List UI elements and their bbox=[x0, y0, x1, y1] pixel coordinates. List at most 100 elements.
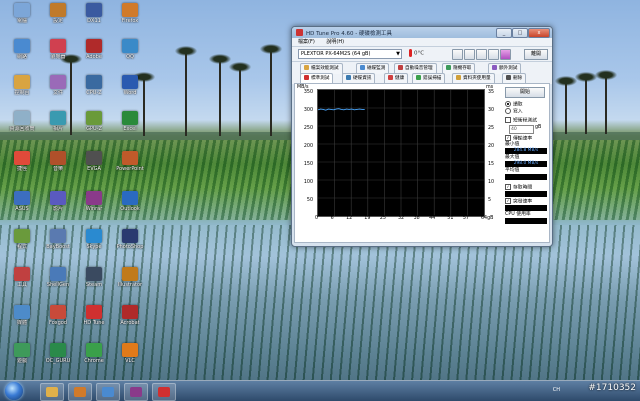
desktop-icon[interactable]: HD Tune bbox=[76, 304, 112, 336]
short-stroke-field[interactable]: 40 bbox=[509, 125, 534, 134]
app-icon bbox=[50, 191, 66, 205]
desktop-icon[interactable]: 捷徑 bbox=[4, 150, 40, 182]
close-button[interactable]: x bbox=[528, 28, 550, 38]
taskbar-item-explorer[interactable] bbox=[40, 383, 64, 401]
desktop-icon-label: 控制台 bbox=[14, 90, 30, 96]
app-icon bbox=[86, 75, 102, 89]
desktop-icon[interactable]: 相片 bbox=[40, 110, 76, 142]
app-icon bbox=[14, 191, 30, 205]
start-orb-icon[interactable] bbox=[5, 382, 23, 400]
desktop-icon-label: 捷徑 bbox=[16, 166, 27, 172]
minimize-button[interactable]: _ bbox=[496, 28, 512, 38]
burst-rate-value bbox=[505, 205, 547, 211]
desktop-icon[interactable]: Word bbox=[112, 74, 148, 106]
desktop-icon[interactable]: Winrar bbox=[76, 190, 112, 222]
tray-language[interactable]: CH bbox=[553, 387, 560, 393]
temperature-readout: 0°C bbox=[409, 49, 424, 59]
desktop-icon-label: HD Tune bbox=[83, 320, 105, 326]
desktop-icon-label: 音樂 bbox=[52, 166, 63, 172]
desktop-icon-label: CPU-Z bbox=[86, 90, 102, 96]
checkbox-box: ✓ bbox=[505, 198, 511, 204]
copy-screenshot-icon[interactable] bbox=[464, 49, 475, 60]
access-time-label: 存取時間 bbox=[513, 185, 533, 191]
desktop-icon[interactable]: 電腦 bbox=[4, 2, 40, 34]
desktop-icon[interactable]: Outlook bbox=[112, 190, 148, 222]
tab-label: 隨機存取 bbox=[453, 66, 472, 71]
copy-info-icon[interactable] bbox=[452, 49, 463, 60]
app-icon bbox=[50, 111, 66, 125]
desktop-icon[interactable]: 文件 bbox=[40, 74, 76, 106]
desktop-icon[interactable]: OC_GURU bbox=[40, 342, 76, 374]
desktop-icon[interactable]: PhotoShop bbox=[112, 228, 148, 260]
taskbar-item-winrar[interactable] bbox=[124, 383, 148, 401]
desktop-icon[interactable]: Firefox bbox=[112, 2, 148, 34]
tab-label: 磁碟監測 bbox=[367, 66, 386, 71]
save-icon[interactable] bbox=[476, 49, 487, 60]
desktop-icon[interactable]: 資源回收筒 bbox=[4, 110, 40, 142]
desktop-icon[interactable]: Steam bbox=[76, 266, 112, 298]
desktop-icon-label: 文件 bbox=[52, 90, 63, 96]
desktop-icon[interactable]: 設定 bbox=[40, 2, 76, 34]
tab-label: 標準測試 bbox=[311, 76, 330, 81]
thermometer-icon bbox=[409, 49, 412, 57]
start-button[interactable]: 開始 bbox=[505, 87, 545, 98]
x-tick-label: 25 bbox=[379, 216, 386, 221]
hdtune-window[interactable]: HD Tune Pro 4.60 - 硬碟檢測工具 _ □ x 檔案(F) 說明… bbox=[291, 26, 553, 247]
desktop-icon[interactable]: PowerPoint bbox=[112, 150, 148, 182]
desktop-icon[interactable]: DX11 bbox=[76, 2, 112, 34]
tab-icon bbox=[446, 65, 451, 70]
desktop-icon[interactable]: 控制台 bbox=[4, 74, 40, 106]
desktop-icon[interactable]: 影片 bbox=[40, 190, 76, 222]
desktop-icon[interactable]: Acrobat bbox=[112, 304, 148, 336]
desktop-icon[interactable]: CPU-Z bbox=[76, 74, 112, 106]
desktop-icon[interactable]: VLC bbox=[112, 342, 148, 374]
menu-file[interactable]: 檔案(F) bbox=[298, 39, 315, 45]
menu-bar: 檔案(F) 說明(H) bbox=[292, 38, 552, 47]
desktop-icon[interactable]: Foxgod bbox=[40, 304, 76, 336]
exit-button[interactable]: 離開 bbox=[524, 49, 548, 60]
tab-icon bbox=[492, 65, 497, 70]
temperature-value: 0°C bbox=[414, 50, 425, 57]
desktop-icon[interactable]: ASUS bbox=[4, 190, 40, 222]
desktop-icon[interactable]: Skype bbox=[76, 228, 112, 260]
desktop-icon[interactable]: 網路 bbox=[4, 38, 40, 70]
tab-label: 錯誤掃描 bbox=[423, 76, 442, 81]
desktop-icon[interactable]: 瀏覽器 bbox=[40, 38, 76, 70]
short-stroke-checkbox[interactable]: 短衝程測試 bbox=[505, 117, 537, 125]
desktop-icon[interactable]: 遊戲 bbox=[4, 342, 40, 374]
desktop-icon[interactable]: GPU-Z bbox=[76, 110, 112, 142]
desktop-icon[interactable]: Illustrator bbox=[112, 266, 148, 298]
options-icon[interactable] bbox=[488, 49, 499, 60]
window-title: HD Tune Pro 4.60 - 硬碟檢測工具 bbox=[306, 31, 392, 37]
desktop-icon[interactable]: BayBoost bbox=[40, 228, 76, 260]
app-icon bbox=[122, 267, 138, 281]
desktop-icon-label: GPU-Z bbox=[86, 126, 102, 132]
tab-icon bbox=[416, 75, 421, 80]
desktop-icon[interactable]: EVGA bbox=[76, 150, 112, 182]
desktop-icon[interactable]: ShellGen bbox=[40, 266, 76, 298]
desktop-icon[interactable]: QQ bbox=[112, 38, 148, 70]
desktop-icon[interactable]: Chrome bbox=[76, 342, 112, 374]
write-radio[interactable]: 寫入 bbox=[505, 108, 523, 116]
download-icon[interactable] bbox=[500, 49, 511, 60]
desktop-icon-label: 網路 bbox=[16, 54, 27, 60]
right-tick-label: 35 bbox=[488, 90, 495, 95]
maximize-button[interactable]: □ bbox=[512, 28, 528, 38]
menu-help[interactable]: 說明(H) bbox=[326, 39, 344, 45]
desktop-icon[interactable]: 程式 bbox=[4, 228, 40, 260]
app-icon bbox=[122, 39, 138, 53]
title-bar[interactable]: HD Tune Pro 4.60 - 硬碟檢測工具 _ □ x bbox=[292, 27, 552, 38]
desktop-icon[interactable]: Adobe bbox=[76, 38, 112, 70]
checkbox-box: ✓ bbox=[505, 184, 511, 190]
taskbar-item-files[interactable] bbox=[96, 383, 120, 401]
app-icon bbox=[14, 75, 30, 89]
taskbar-item-media[interactable] bbox=[68, 383, 92, 401]
desktop-icon[interactable]: 媒體 bbox=[4, 304, 40, 336]
desktop-icon[interactable]: Excel bbox=[112, 110, 148, 142]
drive-select[interactable]: PLEXTOR PX-64M2S (64 gB) ▼ bbox=[298, 49, 402, 59]
taskbar-item-hdtune[interactable] bbox=[152, 383, 176, 401]
app-icon bbox=[50, 75, 66, 89]
app-icon bbox=[86, 305, 102, 319]
desktop-icon[interactable]: 工具 bbox=[4, 266, 40, 298]
desktop-icon[interactable]: 音樂 bbox=[40, 150, 76, 182]
